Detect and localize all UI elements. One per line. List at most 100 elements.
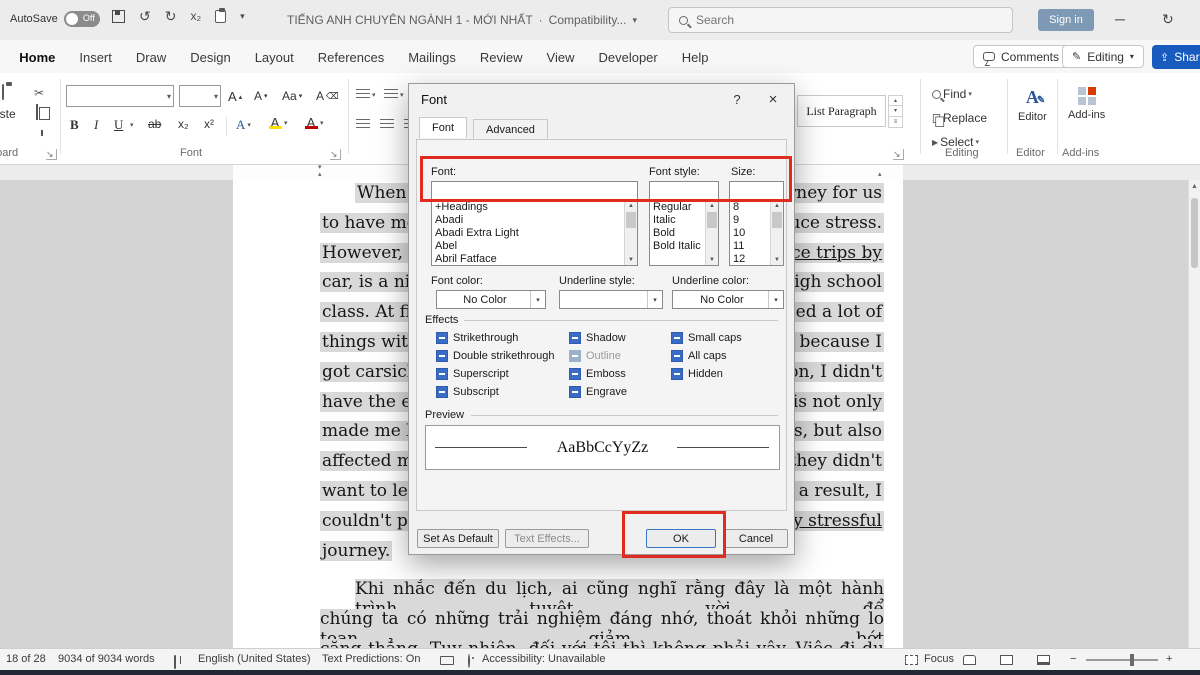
word-count[interactable]: 9034 of 9034 words — [58, 653, 155, 665]
style-list-scrollbar[interactable]: ▲▼ — [705, 201, 718, 265]
bullets-icon[interactable] — [356, 89, 370, 100]
numbering-icon[interactable] — [384, 89, 398, 100]
print-layout-icon[interactable] — [1000, 655, 1013, 665]
font-list-scrollbar[interactable]: ▲▼ — [624, 201, 637, 265]
effect-outline[interactable]: Outline — [569, 350, 621, 362]
shrink-font-button[interactable]: A▾ — [254, 89, 268, 103]
subscript-button[interactable]: x₂ — [178, 117, 189, 131]
checkbox-icon[interactable] — [569, 332, 581, 344]
checkbox-icon[interactable] — [671, 332, 683, 344]
clipboard-dialog-launcher-icon[interactable]: ↘ — [46, 149, 57, 160]
minimize-icon[interactable]: ─ — [1115, 11, 1125, 27]
align-center-icon[interactable] — [380, 119, 394, 130]
editing-mode-button[interactable]: ✎ Editing ▾ — [1062, 45, 1144, 68]
chevron-down-icon[interactable]: ▾ — [214, 92, 218, 101]
search-box[interactable] — [668, 7, 1013, 33]
right-indent-marker-icon[interactable]: ▴ — [878, 172, 882, 178]
replace-button[interactable]: Replace — [932, 111, 987, 125]
highlight-color-button[interactable]: A ▾ — [268, 115, 288, 130]
checkbox-icon[interactable] — [569, 386, 581, 398]
effect-hidden[interactable]: Hidden — [671, 368, 723, 380]
copy-icon[interactable] — [36, 104, 38, 120]
style-list-paragraph[interactable]: List Paragraph — [797, 95, 886, 127]
font-name-combo[interactable]: ▾ — [66, 85, 174, 107]
set-as-default-button[interactable]: Set As Default — [417, 529, 499, 548]
styles-more-icon[interactable]: ≡ — [888, 117, 903, 128]
font-list-item[interactable]: Abadi Extra Light — [432, 227, 637, 240]
font-list-item[interactable]: Abel — [432, 240, 637, 253]
dialog-tab-advanced[interactable]: Advanced — [473, 119, 548, 140]
zoom-slider-track[interactable] — [1086, 659, 1158, 661]
proofing-icon[interactable] — [174, 655, 176, 669]
grow-font-button[interactable]: A▴ — [228, 89, 242, 104]
web-layout-icon[interactable] — [1037, 655, 1050, 665]
vertical-scrollbar[interactable]: ▲ — [1188, 180, 1200, 648]
checkbox-icon[interactable] — [436, 386, 448, 398]
tab-layout[interactable]: Layout — [253, 46, 296, 69]
share-button[interactable]: ⇪ Share — [1152, 45, 1200, 69]
chevron-down-icon[interactable]: ▾ — [768, 291, 783, 308]
text-effects-dialog-button[interactable]: Text Effects... — [505, 529, 589, 548]
align-left-icon[interactable] — [356, 119, 370, 130]
font-name-input[interactable] — [67, 86, 157, 106]
paste-button[interactable] — [2, 85, 4, 99]
tab-developer[interactable]: Developer — [596, 46, 659, 69]
cancel-button[interactable]: Cancel — [724, 529, 788, 548]
clear-formatting-button[interactable]: A⌫ — [316, 89, 339, 103]
underline-options-icon[interactable]: ▾ — [130, 121, 134, 129]
find-button[interactable]: Find ▾ — [932, 87, 972, 101]
redo-icon[interactable]: ↻ — [165, 9, 177, 23]
font-list-item[interactable]: Abril Fatface — [432, 253, 637, 266]
font-list[interactable]: +Headings Abadi Abadi Extra Light Abel A… — [431, 200, 638, 266]
size-list[interactable]: 8 9 10 11 12 ▲▼ — [729, 200, 784, 266]
font-color-dropdown[interactable]: No Color▾ — [436, 290, 546, 309]
effect-emboss[interactable]: Emboss — [569, 368, 626, 380]
effect-strikethrough[interactable]: Strikethrough — [436, 332, 518, 344]
font-color-button[interactable]: A ▾ — [304, 115, 324, 130]
title-chevron-icon[interactable]: ▾ — [632, 15, 637, 26]
sync-icon[interactable]: ↻ — [1162, 11, 1174, 28]
tab-help[interactable]: Help — [680, 46, 711, 69]
font-list-item[interactable]: +Headings — [432, 201, 637, 214]
tab-references[interactable]: References — [316, 46, 386, 69]
strikethrough-button[interactable]: ab — [148, 117, 161, 131]
text-predictions-indicator[interactable]: Text Predictions: On — [322, 653, 420, 665]
checkbox-icon[interactable] — [569, 368, 581, 380]
bold-button[interactable]: B — [70, 117, 79, 133]
help-icon[interactable]: ? — [724, 88, 750, 110]
font-dialog-launcher-icon[interactable]: ↘ — [330, 149, 341, 160]
effect-shadow[interactable]: Shadow — [569, 332, 626, 344]
effect-subscript[interactable]: Subscript — [436, 386, 499, 398]
checkbox-icon[interactable] — [436, 368, 448, 380]
font-size-combo[interactable]: ▾ — [179, 85, 221, 107]
accessibility-status[interactable]: Accessibility: Unavailable — [482, 653, 606, 665]
focus-button[interactable]: Focus — [924, 653, 954, 665]
superscript-button[interactable]: x² — [204, 117, 214, 131]
addins-button[interactable]: Add-ins — [1068, 87, 1105, 121]
numbering-chevron-icon[interactable]: ▾ — [400, 91, 404, 99]
search-input[interactable] — [696, 13, 976, 27]
tab-home[interactable]: Home — [17, 46, 57, 69]
chevron-down-icon[interactable]: ▾ — [167, 92, 171, 101]
italic-button[interactable]: I — [94, 117, 98, 133]
scroll-up-icon[interactable]: ▲ — [1189, 180, 1200, 190]
keyboard-icon[interactable] — [440, 656, 454, 665]
autosave-control[interactable]: AutoSave Off — [10, 11, 100, 27]
styles-dialog-launcher-icon[interactable]: ↘ — [893, 149, 904, 160]
sign-in-button[interactable]: Sign in — [1038, 9, 1094, 31]
read-mode-icon[interactable] — [963, 655, 976, 665]
tab-mailings[interactable]: Mailings — [406, 46, 458, 69]
zoom-in-button[interactable]: + — [1166, 653, 1172, 665]
text-effects-button[interactable]: A▾ — [236, 117, 251, 133]
tab-view[interactable]: View — [545, 46, 577, 69]
effect-superscript[interactable]: Superscript — [436, 368, 509, 380]
font-size-input[interactable] — [180, 86, 204, 106]
close-icon[interactable]: × — [760, 88, 786, 110]
autosave-toggle[interactable]: Off — [64, 11, 100, 27]
change-case-button[interactable]: Aa▾ — [282, 89, 302, 103]
indent-marker-bottom-icon[interactable]: ▴ — [318, 172, 322, 178]
cut-icon[interactable]: ✂ — [34, 86, 44, 100]
effect-small-caps[interactable]: Small caps — [671, 332, 742, 344]
underline-color-dropdown[interactable]: No Color▾ — [672, 290, 784, 309]
zoom-slider-handle[interactable] — [1130, 654, 1134, 666]
